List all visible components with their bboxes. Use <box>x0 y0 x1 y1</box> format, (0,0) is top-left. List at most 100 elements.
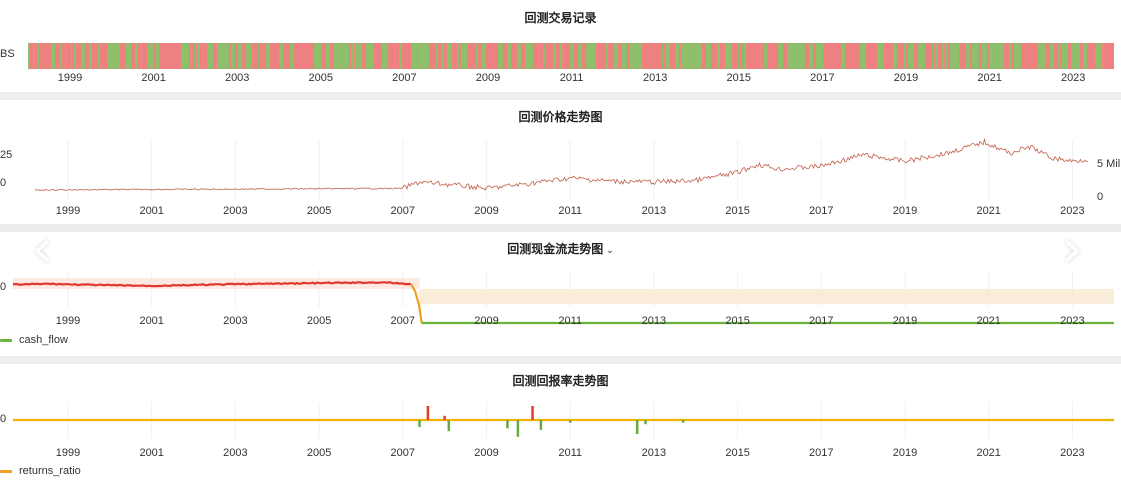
trade-cell <box>255 43 258 69</box>
chevron-left-icon[interactable]: ‹ <box>22 217 62 280</box>
trade-cell <box>681 43 684 69</box>
trade-cell <box>107 43 109 69</box>
trade-cell <box>592 43 596 69</box>
trade-cell <box>245 43 249 69</box>
trade-cell <box>268 43 270 69</box>
trade-cell <box>881 43 882 69</box>
chevron-right-icon[interactable]: › <box>1052 217 1092 280</box>
trade-cell <box>479 43 481 69</box>
trade-cell <box>410 43 411 69</box>
trade-cell <box>238 43 242 69</box>
trade-cell <box>744 43 746 69</box>
trade-cell <box>284 43 286 69</box>
trade-cell <box>153 43 154 69</box>
trade-cell <box>1071 43 1075 69</box>
price-line <box>34 138 1088 191</box>
legend-item[interactable]: returns_ratio <box>0 465 81 477</box>
trade-cell <box>96 43 98 69</box>
trade-cell <box>783 43 784 69</box>
trade-cell <box>81 43 85 69</box>
x-tick-label: 2001 <box>139 205 164 217</box>
trade-cell <box>960 43 963 69</box>
x-tick-label: 2007 <box>390 447 416 459</box>
trade-cell <box>345 43 349 69</box>
trade-cell <box>862 43 865 69</box>
trade-cell <box>1102 43 1103 69</box>
trade-cell <box>381 43 382 69</box>
trade-cell <box>912 43 914 69</box>
trade-cell <box>666 43 670 69</box>
trade-cell <box>109 43 113 69</box>
trade-cell <box>713 43 717 69</box>
trade-cell <box>987 43 989 69</box>
trade-cell <box>564 43 567 69</box>
trade-cell <box>889 43 893 69</box>
trade-cell <box>1095 43 1098 69</box>
trade-cell <box>1009 43 1011 69</box>
trade-cell <box>805 43 806 69</box>
trade-cell <box>795 43 796 69</box>
trade-cell <box>273 43 277 69</box>
returns-plot <box>13 402 1114 439</box>
trade-cell <box>235 43 238 69</box>
x-tick-label: 2023 <box>1060 315 1085 327</box>
trade-cell <box>485 43 486 69</box>
trade-cell <box>147 43 150 69</box>
trade-cell <box>266 43 267 69</box>
trade-cell <box>1054 43 1058 69</box>
trade-cell <box>311 43 314 69</box>
trade-cell <box>545 43 548 69</box>
trade-cell <box>702 43 706 69</box>
trade-cell <box>989 43 991 69</box>
trade-cell <box>887 43 889 69</box>
trade-cell <box>1105 43 1109 69</box>
trade-cell <box>982 43 986 69</box>
trade-cell <box>497 43 498 69</box>
trade-cell <box>661 43 662 69</box>
trade-cell <box>60 43 62 69</box>
trade-cell <box>507 43 511 69</box>
trade-cell <box>181 43 182 69</box>
trade-cell <box>478 43 479 69</box>
trade-cell <box>1104 43 1105 69</box>
trade-cell <box>801 43 804 69</box>
trade-cell <box>977 43 979 69</box>
x-tick-label: 2005 <box>306 447 332 459</box>
trade-cell <box>126 43 129 69</box>
legend-item[interactable]: cash_flow <box>0 334 68 346</box>
trade-cell <box>761 43 762 69</box>
legend-swatch <box>0 469 12 473</box>
trade-cell <box>355 43 359 69</box>
trade-cell <box>446 43 447 69</box>
trade-cell <box>433 43 436 69</box>
trade-cell <box>1020 43 1021 69</box>
trade-cell <box>380 43 381 69</box>
trade-cell <box>958 43 959 69</box>
trade-cell <box>679 43 680 69</box>
trade-cell <box>634 43 638 69</box>
trade-cell <box>856 43 858 69</box>
trade-cell <box>299 43 301 69</box>
trade-cell <box>493 43 494 69</box>
trade-cell <box>515 43 517 69</box>
price-panel: 回测价格走势图 25 0 5 Mil 0 1999 2001 2003 2005 200… <box>0 100 1121 224</box>
trade-cell <box>314 43 315 69</box>
trade-cell <box>156 43 159 69</box>
trade-cell <box>738 43 739 69</box>
trade-cell <box>167 43 168 69</box>
trade-cell <box>897 43 898 69</box>
trade-cell <box>767 43 768 69</box>
trade-cell <box>66 43 68 69</box>
trade-cell <box>721 43 725 69</box>
trade-cell <box>165 43 167 69</box>
trade-cell <box>473 43 476 69</box>
trade-cell <box>903 43 904 69</box>
trade-cell <box>1005 43 1009 69</box>
trade-cell <box>882 43 884 69</box>
trade-cell <box>699 43 702 69</box>
trade-cell <box>830 43 834 69</box>
trade-cell <box>813 43 815 69</box>
returns-panel: 回测回报率走势图 0 1999 2001 2003 2005 2007 2009 2011 2… <box>0 364 1121 486</box>
trade-cell <box>265 43 266 69</box>
trade-cell <box>776 43 778 69</box>
